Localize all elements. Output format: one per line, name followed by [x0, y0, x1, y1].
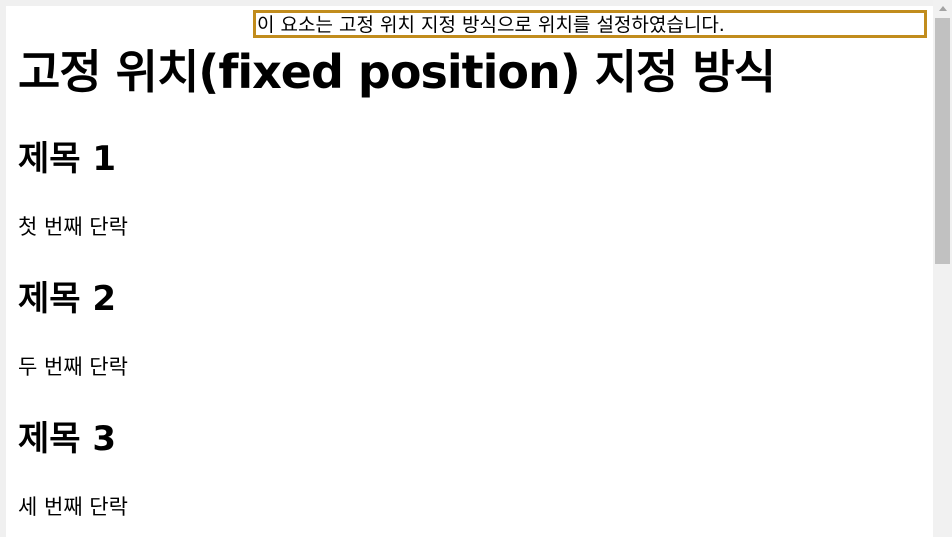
- window-frame-left: [0, 0, 6, 537]
- scroll-up-arrow-icon[interactable]: [933, 0, 952, 17]
- section-heading-3: 제목 3: [18, 419, 117, 459]
- section-heading-1: 제목 1: [18, 139, 117, 179]
- scrollbar-thumb[interactable]: [935, 18, 950, 264]
- section-paragraph-3: 세 번째 단락: [18, 495, 128, 519]
- window-frame-top: [0, 0, 952, 6]
- vertical-scrollbar[interactable]: [933, 0, 952, 537]
- browser-viewport: 고정 위치(fixed position) 지정 방식 제목 1 첫 번째 단락…: [0, 0, 952, 537]
- section-paragraph-2: 두 번째 단락: [18, 355, 128, 379]
- page-title: 고정 위치(fixed position) 지정 방식: [18, 45, 776, 99]
- section-heading-2: 제목 2: [18, 279, 117, 319]
- fixed-position-box: 이 요소는 고정 위치 지정 방식으로 위치를 설정하였습니다.: [253, 10, 927, 38]
- section-paragraph-1: 첫 번째 단락: [18, 215, 128, 239]
